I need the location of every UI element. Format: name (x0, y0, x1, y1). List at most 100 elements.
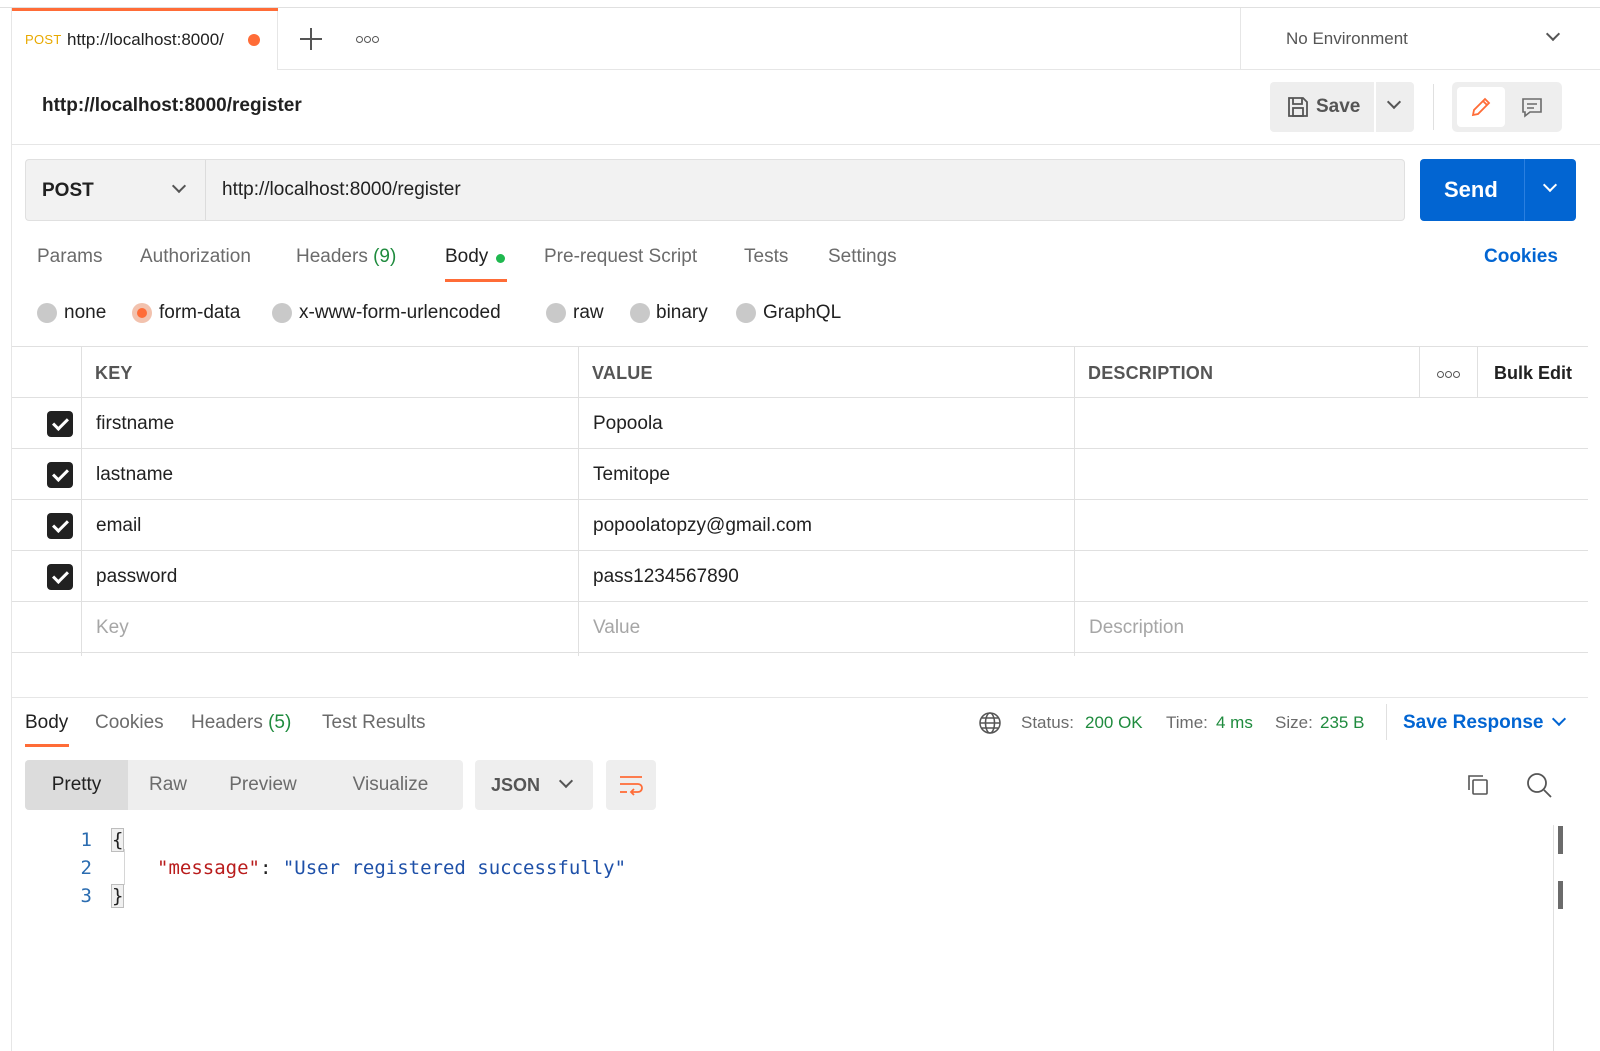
row-key[interactable]: password (96, 566, 177, 588)
table-row: email popoolatopzy@gmail.com (12, 500, 1588, 551)
send-options-dropdown[interactable] (1525, 159, 1576, 221)
row-key[interactable]: lastname (96, 464, 173, 486)
pencil-icon (1471, 97, 1491, 117)
radio-form-data[interactable] (132, 303, 152, 323)
url-input[interactable]: http://localhost:8000/register (205, 159, 1405, 221)
line-number: 3 (80, 885, 92, 907)
tab-authorization[interactable]: Authorization (140, 246, 251, 268)
tab-body[interactable]: Body (445, 246, 488, 268)
status-value[interactable]: 200 OK (1085, 713, 1143, 733)
chevron-down-icon (1545, 26, 1561, 42)
chevron-down-icon[interactable] (1551, 711, 1567, 727)
request-title[interactable]: http://localhost:8000/register (42, 95, 302, 117)
word-wrap-button[interactable] (606, 760, 656, 810)
tab-params[interactable]: Params (37, 246, 102, 268)
cookies-link[interactable]: Cookies (1484, 246, 1558, 268)
row-value[interactable]: pass1234567890 (593, 566, 739, 588)
size-value[interactable]: 235 B (1320, 713, 1364, 733)
row-value[interactable]: popoolatopzy@gmail.com (593, 515, 812, 537)
new-description-input[interactable]: Description (1089, 617, 1184, 639)
code-line: "message": "User registered successfully… (157, 857, 626, 879)
tab-headers[interactable]: Headers (9) (296, 246, 396, 268)
response-format-select[interactable]: JSON (475, 760, 593, 810)
row-value[interactable]: Temitope (593, 464, 670, 486)
table-row: password pass1234567890 (12, 551, 1588, 602)
radio-urlencoded[interactable] (272, 303, 292, 323)
radio-binary-label[interactable]: binary (656, 302, 708, 324)
table-row: firstname Popoola (12, 398, 1588, 449)
column-header-description: DESCRIPTION (1088, 363, 1214, 383)
search-icon[interactable] (1525, 771, 1553, 799)
row-key[interactable]: email (96, 515, 141, 537)
response-tab-body[interactable]: Body (25, 712, 68, 734)
radio-graphql[interactable] (736, 303, 756, 323)
tab-headers-count: (9) (373, 246, 397, 267)
save-button[interactable]: Save (1270, 82, 1374, 132)
radio-binary[interactable] (630, 303, 650, 323)
copy-icon[interactable] (1464, 771, 1492, 799)
response-body-viewer[interactable]: 1 2 3 { "message": "User registered succ… (12, 825, 1552, 1051)
globe-icon[interactable] (978, 711, 1002, 735)
new-tab-plus-icon[interactable] (298, 26, 324, 52)
save-options-dropdown[interactable] (1376, 82, 1414, 132)
code-line: { (110, 828, 125, 852)
line-number: 1 (80, 829, 92, 851)
edit-mode-button[interactable] (1457, 87, 1505, 127)
new-key-input[interactable]: Key (96, 617, 129, 639)
floppy-disk-icon (1288, 97, 1308, 117)
radio-form-data-label[interactable]: form-data (159, 302, 240, 324)
comments-button[interactable] (1508, 87, 1556, 127)
radio-graphql-label[interactable]: GraphQL (763, 302, 841, 324)
method-select[interactable]: POST (25, 159, 205, 221)
tab-method-label: POST (25, 32, 62, 47)
radio-none[interactable] (37, 303, 57, 323)
row-enabled-checkbox[interactable] (47, 462, 73, 488)
save-response-button[interactable]: Save Response (1403, 712, 1543, 734)
time-value[interactable]: 4 ms (1216, 713, 1253, 733)
new-value-input[interactable]: Value (593, 617, 640, 639)
radio-urlencoded-label[interactable]: x-www-form-urlencoded (299, 302, 501, 324)
meta-divider (1386, 704, 1387, 740)
row-enabled-checkbox[interactable] (47, 411, 73, 437)
radio-raw[interactable] (546, 303, 566, 323)
unsaved-changes-dot-icon (248, 34, 260, 46)
time-label: Time: (1166, 713, 1208, 732)
view-mode-toggle (1452, 82, 1562, 132)
environment-selector[interactable]: No Environment (1240, 8, 1600, 70)
tab-settings[interactable]: Settings (828, 246, 897, 268)
body-modified-dot-icon (496, 254, 505, 263)
response-tab-cookies[interactable]: Cookies (95, 712, 164, 734)
row-enabled-checkbox[interactable] (47, 513, 73, 539)
view-visualize-button[interactable]: Visualize (318, 760, 463, 810)
tabs-more-icon[interactable] (356, 30, 386, 50)
view-raw-button[interactable]: Raw (128, 760, 208, 810)
request-title-bar: http://localhost:8000/register Save (12, 70, 1600, 145)
code-scrollbar[interactable] (1553, 825, 1554, 1051)
active-tab-underline (445, 279, 507, 282)
bulk-edit-button[interactable]: Bulk Edit (1494, 363, 1572, 384)
view-preview-button[interactable]: Preview (208, 760, 318, 810)
radio-raw-label[interactable]: raw (573, 302, 604, 324)
tab-pre-request-script[interactable]: Pre-request Script (544, 246, 697, 268)
response-tab-headers[interactable]: Headers (5) (191, 712, 291, 734)
open-brace: { (110, 828, 125, 852)
row-value[interactable]: Popoola (593, 413, 663, 435)
status-label: Status: (1021, 713, 1074, 732)
send-button-group: Send (1420, 159, 1576, 221)
table-more-icon[interactable] (1437, 365, 1461, 383)
table-new-row: Key Value Description (12, 602, 1588, 653)
tab-url-label: http://localhost:8000/ (67, 30, 224, 49)
row-key[interactable]: firstname (96, 413, 174, 435)
table-header-row: KEY VALUE DESCRIPTION Bulk Edit (12, 347, 1588, 398)
column-header-key: KEY (95, 363, 133, 383)
response-tab-test-results[interactable]: Test Results (322, 712, 425, 734)
send-button[interactable]: Send (1444, 177, 1498, 203)
request-tab[interactable]: POST http://localhost:8000/ (12, 8, 278, 70)
line-number: 2 (80, 857, 92, 879)
tab-tests[interactable]: Tests (744, 246, 788, 268)
radio-none-label[interactable]: none (64, 302, 106, 324)
format-label: JSON (491, 775, 541, 795)
save-button-group: Save (1270, 82, 1414, 132)
row-enabled-checkbox[interactable] (47, 564, 73, 590)
view-pretty-button[interactable]: Pretty (25, 760, 128, 810)
